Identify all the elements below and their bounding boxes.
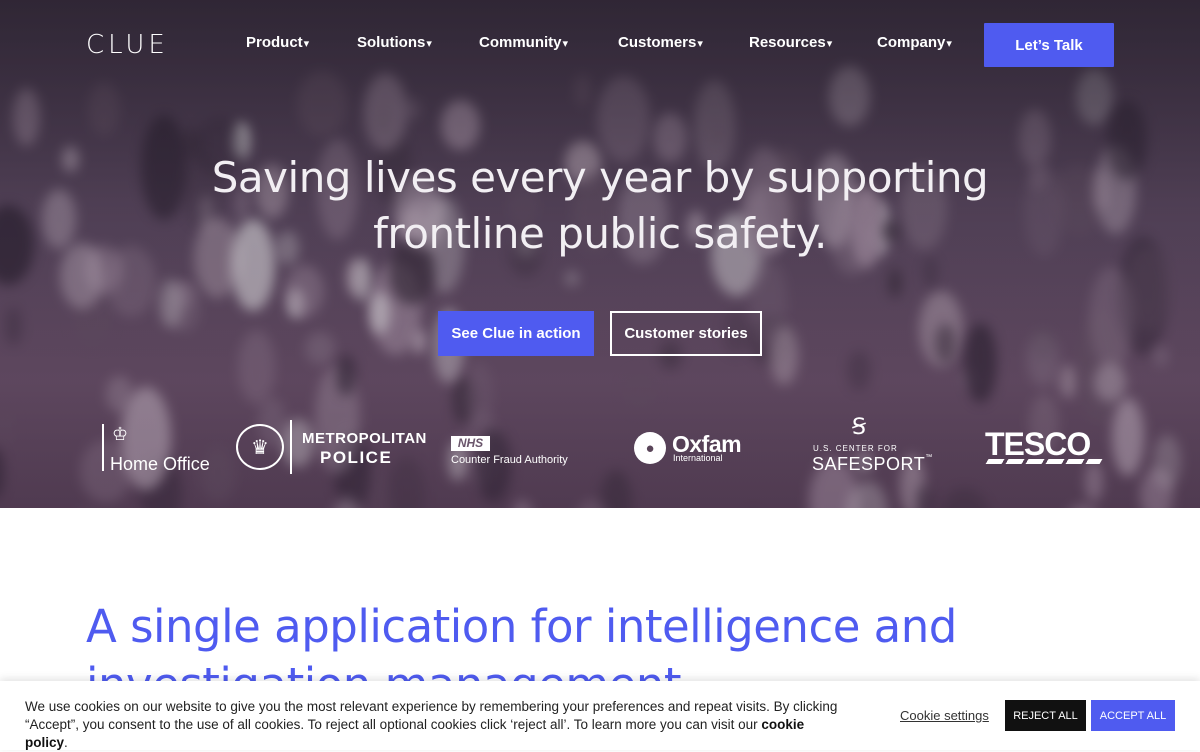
chevron-down-icon: ▾ — [426, 38, 432, 50]
safesport-word: SAFESPORT — [812, 454, 926, 474]
nav-item-label: Resources — [749, 34, 826, 51]
oxfam-logo: ● Oxfam International — [634, 431, 746, 465]
tesco-wordmark: TESCO — [985, 426, 1091, 462]
nav-item-label: Product — [246, 34, 303, 51]
hero-section: CLUE Product▾ Solutions▾ Community▾ Cust… — [0, 0, 1200, 508]
nav-item-community[interactable]: Community▾ — [479, 34, 568, 51]
oxfam-sub: International — [673, 453, 723, 463]
tesco-stripes — [985, 459, 1103, 464]
nav-item-product[interactable]: Product▾ — [246, 34, 309, 51]
safesport-swirl-icon: Ꞩ — [852, 414, 866, 439]
hero-headline-line2: frontline public safety. — [373, 209, 827, 258]
tesco-logo: TESCO — [985, 428, 1103, 468]
home-office-label: Home Office — [110, 454, 210, 474]
chevron-down-icon: ▾ — [697, 38, 703, 50]
nav-item-company[interactable]: Company▾ — [877, 34, 952, 51]
chevron-down-icon: ▾ — [826, 38, 833, 50]
logo-divider — [290, 420, 292, 474]
see-clue-in-action-button[interactable]: See Clue in action — [438, 311, 594, 356]
safesport-line1: U.S. CENTER FOR — [813, 444, 898, 453]
reject-all-button[interactable]: REJECT ALL — [1005, 700, 1086, 731]
met-line2: POLICE — [320, 448, 393, 467]
safesport-line2: SAFESPORT™ — [812, 454, 933, 475]
chevron-down-icon: ▾ — [303, 38, 310, 50]
police-crest-icon: ♛ — [236, 424, 284, 470]
chevron-down-icon: ▾ — [946, 38, 952, 50]
cookie-message: We use cookies on our website to give yo… — [25, 699, 838, 732]
nhs-label: Counter Fraud Authority — [451, 454, 568, 466]
nav-item-label: Company — [877, 34, 946, 51]
nav-item-customers[interactable]: Customers▾ — [618, 34, 703, 51]
lets-talk-button[interactable]: Let’s Talk — [984, 23, 1114, 67]
nav-item-label: Solutions — [357, 34, 426, 51]
oxfam-person-icon: ● — [634, 432, 666, 464]
met-line1: METROPOLITAN — [302, 430, 427, 447]
cookie-text: We use cookies on our website to give yo… — [25, 698, 845, 752]
cookie-banner: We use cookies on our website to give yo… — [0, 681, 1200, 750]
cookie-settings-link[interactable]: Cookie settings — [900, 708, 989, 723]
logo-divider — [102, 424, 104, 471]
nhs-counter-fraud-logo: NHS Counter Fraud Authority — [451, 436, 575, 468]
chevron-down-icon: ▾ — [562, 38, 569, 50]
nhs-badge: NHS — [451, 436, 490, 451]
hero-headline: Saving lives every year by supporting fr… — [0, 150, 1200, 262]
nav-item-label: Customers — [618, 34, 697, 51]
nav-item-solutions[interactable]: Solutions▾ — [357, 34, 432, 51]
nav-item-resources[interactable]: Resources▾ — [749, 34, 832, 51]
metropolitan-police-logo: ♛ METROPOLITAN POLICE — [236, 420, 426, 476]
safesport-logo: Ꞩ U.S. CENTER FOR SAFESPORT™ — [812, 414, 932, 474]
crown-crest-icon: ♔ — [112, 424, 129, 444]
trademark-mark: ™ — [925, 454, 933, 461]
nav-item-label: Community — [479, 34, 562, 51]
clue-logo[interactable]: CLUE — [86, 32, 169, 58]
cookie-period: . — [64, 735, 68, 750]
accept-all-button[interactable]: ACCEPT ALL — [1091, 700, 1175, 731]
home-office-logo: ♔ Home Office — [102, 424, 214, 474]
customer-stories-button[interactable]: Customer stories — [610, 311, 762, 356]
hero-headline-line1: Saving lives every year by supporting — [211, 153, 989, 202]
